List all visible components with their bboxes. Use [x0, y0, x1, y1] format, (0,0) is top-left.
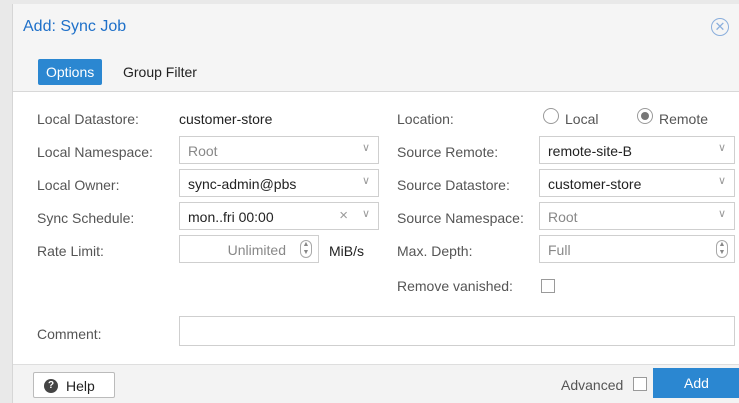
location-remote-radio[interactable] [637, 108, 653, 124]
source-datastore-value: customer-store [548, 176, 642, 192]
help-button[interactable]: ? Help [33, 372, 115, 398]
sync-job-dialog: Add: Sync Job ✕ Options Group Filter Loc… [12, 4, 739, 403]
remove-vanished-label: Remove vanished: [397, 278, 513, 294]
chevron-down-icon[interactable]: ∨ [718, 141, 726, 154]
source-datastore-label: Source Datastore: [397, 177, 510, 193]
local-namespace-value: Root [188, 143, 218, 159]
local-owner-select[interactable]: sync-admin@pbs ∨ [179, 169, 379, 197]
chevron-down-icon[interactable]: ∨ [718, 174, 726, 187]
sync-schedule-value: mon..fri 00:00 [188, 209, 274, 225]
rate-limit-label: Rate Limit: [37, 243, 104, 259]
add-button[interactable]: Add [653, 368, 739, 398]
chevron-down-icon[interactable]: ∨ [362, 174, 370, 187]
comment-input[interactable] [179, 316, 735, 346]
help-button-label: Help [66, 378, 95, 394]
max-depth-label: Max. Depth: [397, 243, 473, 259]
local-namespace-select[interactable]: Root ∨ [179, 136, 379, 164]
source-remote-select[interactable]: remote-site-B ∨ [539, 136, 735, 164]
source-namespace-label: Source Namespace: [397, 210, 524, 226]
chevron-down-icon[interactable]: ∨ [718, 207, 726, 220]
local-owner-label: Local Owner: [37, 177, 120, 193]
dialog-titlebar: Add: Sync Job ✕ [13, 4, 739, 52]
rate-limit-input[interactable]: Unlimited ▲ ▼ [179, 235, 319, 263]
max-depth-value: Full [548, 242, 571, 258]
rate-limit-unit: MiB/s [329, 243, 364, 259]
source-namespace-value: Root [548, 209, 578, 225]
source-namespace-select[interactable]: Root ∨ [539, 202, 735, 230]
dialog-title: Add: Sync Job [23, 18, 127, 35]
location-label: Location: [397, 111, 454, 127]
close-icon[interactable]: ✕ [711, 18, 729, 36]
clear-icon[interactable]: × [339, 207, 348, 224]
dialog-footer: ? Help Advanced Add [13, 364, 739, 403]
local-owner-value: sync-admin@pbs [188, 176, 297, 192]
local-namespace-label: Local Namespace: [37, 144, 153, 160]
spinner-icon[interactable]: ▲ ▼ [300, 240, 312, 258]
source-datastore-select[interactable]: customer-store ∨ [539, 169, 735, 197]
source-remote-value: remote-site-B [548, 143, 633, 159]
question-icon: ? [44, 379, 58, 393]
tab-bar: Options Group Filter [13, 52, 739, 92]
location-remote-label: Remote [659, 111, 709, 127]
sync-schedule-select[interactable]: mon..fri 00:00 × ∨ [179, 202, 379, 230]
source-remote-label: Source Remote: [397, 144, 499, 160]
comment-label: Comment: [37, 326, 102, 342]
sync-schedule-label: Sync Schedule: [37, 210, 135, 226]
local-datastore-value: customer-store [179, 111, 273, 127]
advanced-label: Advanced [561, 377, 624, 393]
remove-vanished-checkbox[interactable] [541, 279, 555, 293]
advanced-checkbox[interactable] [633, 377, 647, 391]
max-depth-input[interactable]: Full ▲ ▼ [539, 235, 735, 263]
chevron-down-icon[interactable]: ∨ [362, 207, 370, 220]
tab-group-filter[interactable]: Group Filter [115, 59, 205, 85]
local-datastore-label: Local Datastore: [37, 111, 139, 127]
tab-options[interactable]: Options [38, 59, 103, 85]
spinner-icon[interactable]: ▲ ▼ [716, 240, 728, 258]
rate-limit-value: Unlimited [227, 242, 286, 258]
chevron-down-icon[interactable]: ∨ [362, 141, 370, 154]
location-local-label: Local [565, 111, 599, 127]
location-local-radio[interactable] [543, 108, 559, 124]
